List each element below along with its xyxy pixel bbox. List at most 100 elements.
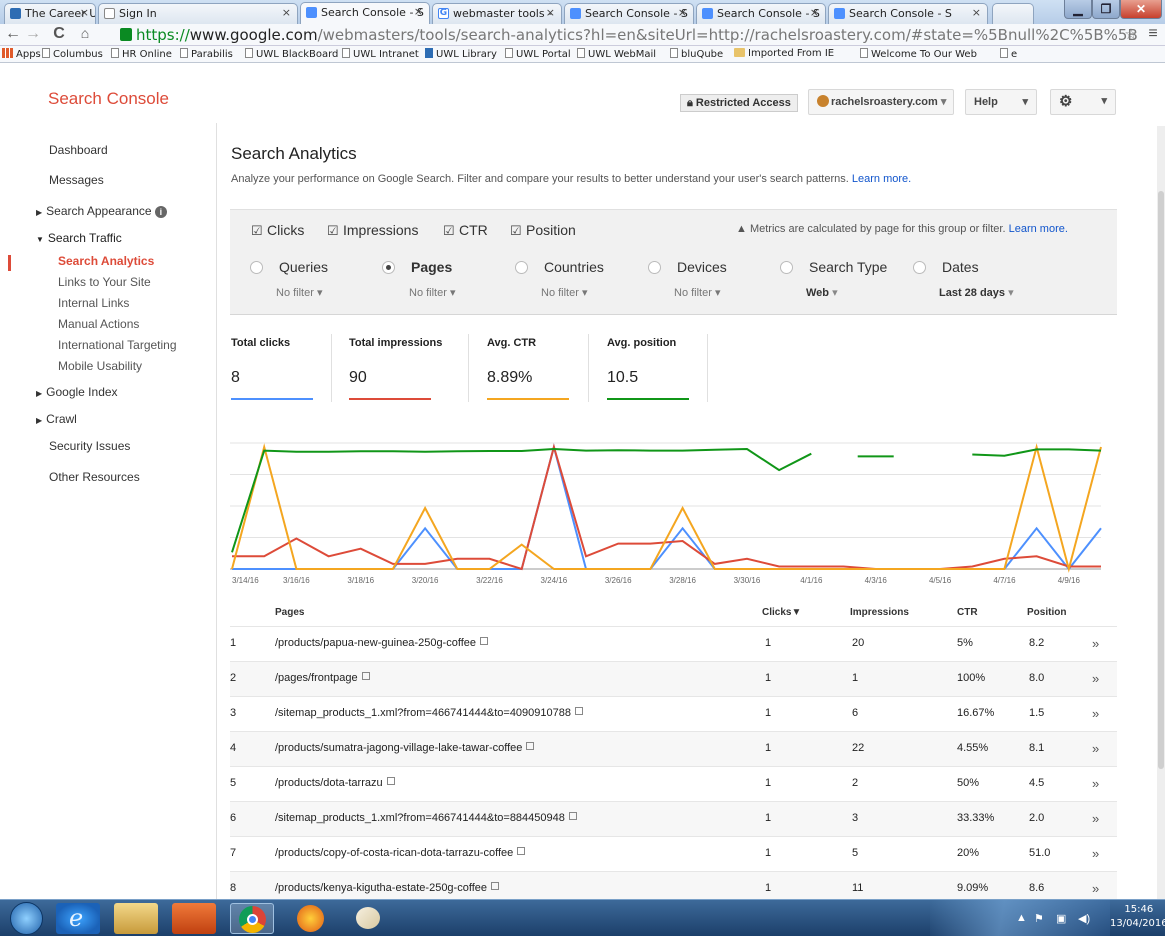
browser-tab-4[interactable]: Gwebmaster tools - ×	[432, 3, 562, 24]
column-header-position[interactable]: Position	[1027, 607, 1066, 618]
start-button[interactable]	[10, 902, 43, 935]
sidebar-item-search-appearance[interactable]: ▶ Search Appearance i	[36, 204, 167, 218]
minimize-button[interactable]: ▁	[1064, 0, 1092, 19]
sidebar-item-internal-links[interactable]: Internal Links	[58, 296, 129, 310]
metric-checkbox-ctr[interactable]: ☑ CTR	[443, 222, 488, 239]
table-row[interactable]: 5/products/dota-tarrazu 1 2 50% 4.5 »	[230, 766, 1117, 801]
metric-checkbox-position[interactable]: ☑ Position	[510, 222, 576, 239]
row-details-chevron-icon[interactable]: »	[1092, 811, 1099, 826]
site-selector[interactable]: rachelsroastery.com ▾	[808, 89, 954, 115]
close-window-button[interactable]: ✕	[1120, 0, 1162, 19]
bookmark-item[interactable]: e	[1000, 48, 1017, 60]
bookmark-item[interactable]: UWL Portal	[505, 48, 571, 60]
external-link-icon[interactable]	[575, 707, 583, 715]
sidebar-item-search-analytics[interactable]: Search Analytics	[58, 254, 154, 268]
performance-line-chart[interactable]: 3/14/16 3/16/16 3/18/16 3/20/16 3/22/16 3/24/…	[230, 441, 1117, 591]
external-link-icon[interactable]	[490, 882, 499, 890]
page-url-link[interactable]: /products/copy-of-costa-rican-dota-tarra…	[275, 847, 526, 859]
sidebar-item-dashboard[interactable]: Dashboard	[49, 143, 108, 157]
browser-tab-5[interactable]: Search Console - S ×	[564, 3, 694, 24]
sidebar-item-crawl[interactable]: ▶ Crawl	[36, 412, 77, 426]
dimension-radio-pages[interactable]: Pages	[382, 259, 452, 275]
browser-tab-6[interactable]: Search Console - S ×	[696, 3, 826, 24]
table-row[interactable]: 4/products/sumatra-jagong-village-lake-t…	[230, 731, 1117, 766]
row-details-chevron-icon[interactable]: »	[1092, 881, 1099, 896]
browser-tab-1[interactable]: The Career Univers×	[4, 3, 96, 24]
page-url-link[interactable]: /products/sumatra-jagong-village-lake-ta…	[275, 742, 535, 754]
dimension-radio-countries[interactable]: Countries	[515, 259, 604, 275]
table-row[interactable]: 1/products/papua-new-guinea-250g-coffee 1…	[230, 626, 1117, 661]
row-details-chevron-icon[interactable]: »	[1092, 636, 1099, 651]
countries-filter-dropdown[interactable]: No filter ▾	[541, 286, 587, 299]
search-type-dropdown[interactable]: Web ▾	[806, 286, 838, 299]
settings-button[interactable]: ⚙ ▾	[1050, 89, 1116, 115]
file-explorer-icon[interactable]	[114, 903, 158, 934]
home-icon[interactable]: ⌂	[76, 25, 94, 41]
action-center-flag-icon[interactable]: ⚑	[1034, 912, 1044, 925]
bookmark-item[interactable]: UWL WebMail	[577, 48, 656, 60]
paint-icon[interactable]	[346, 903, 390, 934]
maximize-button[interactable]: ❐	[1092, 0, 1120, 19]
bookmark-item[interactable]: Welcome To Our Web	[860, 48, 977, 60]
table-row[interactable]: 3/sitemap_products_1.xml?from=466741444&…	[230, 696, 1117, 731]
firefox-icon[interactable]	[288, 903, 332, 934]
sidebar-item-search-traffic[interactable]: ▼ Search Traffic	[36, 231, 122, 245]
page-url-link[interactable]: /products/kenya-kigutha-estate-250g-coff…	[275, 882, 499, 894]
external-link-icon[interactable]	[517, 847, 526, 855]
row-details-chevron-icon[interactable]: »	[1092, 846, 1099, 861]
bookmark-apps[interactable]: Apps	[2, 48, 41, 60]
row-details-chevron-icon[interactable]: »	[1092, 671, 1099, 686]
page-url-link[interactable]: /sitemap_products_1.xml?from=466741444&t…	[275, 812, 577, 824]
close-tab-icon[interactable]: ×	[810, 6, 819, 19]
help-button[interactable]: Help ▾	[965, 89, 1037, 115]
metric-checkbox-clicks[interactable]: ☑ Clicks	[251, 222, 304, 239]
column-header-ctr[interactable]: CTR	[957, 607, 978, 618]
sidebar-item-google-index[interactable]: ▶ Google Index	[36, 385, 118, 399]
bookmark-item[interactable]: bluQube	[670, 48, 723, 60]
table-row[interactable]: 8/products/kenya-kigutha-estate-250g-cof…	[230, 871, 1117, 899]
external-link-icon[interactable]	[480, 637, 488, 645]
reload-icon[interactable]: C	[50, 25, 68, 43]
dimension-radio-search-type[interactable]: Search Type	[780, 259, 887, 275]
dimension-radio-queries[interactable]: Queries	[250, 259, 328, 275]
sidebar-item-international-targeting[interactable]: International Targeting	[58, 338, 177, 352]
close-tab-icon[interactable]: ×	[80, 6, 89, 19]
bookmark-item[interactable]: Parabilis	[180, 48, 233, 60]
page-scrollbar[interactable]	[1157, 126, 1165, 899]
browser-tab-3[interactable]: Search Console - S ×	[300, 2, 430, 24]
sidebar-item-messages[interactable]: Messages	[49, 173, 104, 187]
chrome-menu-icon[interactable]: ≡	[1144, 25, 1162, 43]
external-link-icon[interactable]	[386, 777, 395, 785]
external-link-icon[interactable]	[568, 812, 577, 820]
new-tab-button[interactable]	[992, 3, 1034, 24]
bookmark-item[interactable]: UWL Library	[425, 48, 497, 60]
page-url-link[interactable]: /products/dota-tarrazu	[275, 777, 395, 789]
search-console-logo[interactable]: Search Console	[48, 89, 169, 109]
pages-filter-dropdown[interactable]: No filter ▾	[409, 286, 455, 299]
table-row[interactable]: 2/pages/frontpage 1 1 100% 8.0 »	[230, 661, 1117, 696]
scrollbar-thumb[interactable]	[1158, 191, 1164, 769]
dates-dropdown[interactable]: Last 28 days ▾	[939, 286, 1014, 299]
volume-icon[interactable]: ◀)	[1078, 912, 1090, 925]
column-header-pages[interactable]: Pages	[275, 607, 304, 618]
table-row[interactable]: 6/sitemap_products_1.xml?from=466741444&…	[230, 801, 1117, 836]
external-link-icon[interactable]	[526, 742, 535, 750]
sidebar-item-links-to-your-site[interactable]: Links to Your Site	[58, 275, 151, 289]
internet-explorer-icon[interactable]: e	[56, 903, 100, 934]
bookmark-folder[interactable]: Imported From IE	[734, 48, 834, 59]
media-player-icon[interactable]	[172, 903, 216, 934]
bookmark-star-icon[interactable]: ☆	[1122, 25, 1140, 43]
forward-arrow-icon[interactable]: →	[24, 25, 42, 43]
dimension-radio-devices[interactable]: Devices	[648, 259, 727, 275]
close-tab-icon[interactable]: ×	[678, 6, 687, 19]
queries-filter-dropdown[interactable]: No filter ▾	[276, 286, 322, 299]
sidebar-item-security-issues[interactable]: Security Issues	[49, 439, 130, 453]
bookmark-item[interactable]: HR Online	[111, 48, 172, 60]
browser-tab-2[interactable]: Sign In ×	[98, 3, 298, 24]
column-header-clicks[interactable]: Clicks▼	[762, 607, 801, 618]
row-details-chevron-icon[interactable]: »	[1092, 776, 1099, 791]
chrome-taskbar-icon[interactable]	[230, 903, 274, 934]
sidebar-item-manual-actions[interactable]: Manual Actions	[58, 317, 139, 331]
close-tab-icon[interactable]: ×	[282, 6, 291, 19]
page-url-link[interactable]: /sitemap_products_1.xml?from=466741444&t…	[275, 707, 583, 719]
